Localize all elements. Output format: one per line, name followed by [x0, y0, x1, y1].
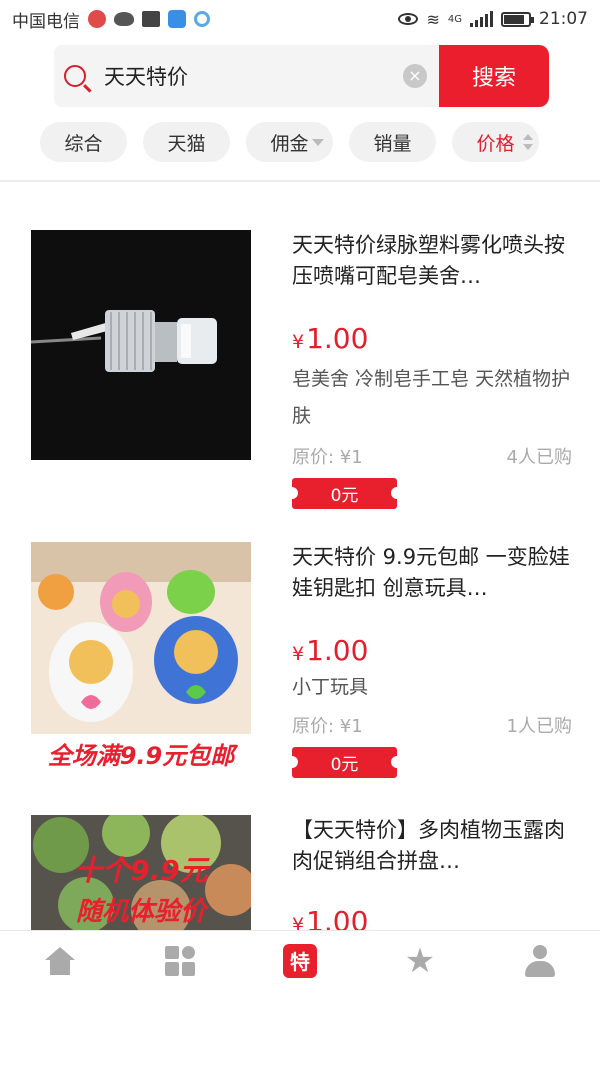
product-title[interactable]: 天天特价绿脉塑料雾化喷头按压喷嘴可配皂美舍…: [292, 230, 572, 292]
coupon-badge[interactable]: 0元: [286, 478, 403, 509]
price-value: 1.00: [306, 634, 369, 667]
carrier-label: 中国电信: [12, 11, 80, 32]
filter-price[interactable]: 价格: [452, 122, 539, 162]
succulents-image: 十个9.9元 随机体验价: [31, 815, 251, 930]
tab-categories[interactable]: [150, 936, 210, 986]
notification-app-icon: [88, 10, 106, 28]
message-app-icon: [168, 10, 186, 28]
product-info: 天天特价 9.9元包邮 一变脸娃娃钥匙扣 创意玩具… ¥1.00 小丁玩具 原价…: [286, 542, 572, 778]
status-bar: 中国电信 ≋ 4G 21:07: [0, 0, 600, 38]
search-button[interactable]: 搜索: [439, 45, 549, 107]
original-price: 原价: ¥1: [292, 447, 363, 468]
toy-dolls-image: 全场满9.9元包邮: [31, 542, 251, 772]
clear-icon[interactable]: ×: [403, 64, 427, 88]
filter-label: 销量: [373, 132, 412, 155]
signal-icon: [470, 11, 493, 27]
price-value: 1.00: [306, 322, 369, 355]
search-bar: × 搜索: [54, 45, 549, 107]
filter-commission[interactable]: 佣金: [246, 122, 333, 162]
spray-nozzle-image: [31, 230, 251, 460]
status-left: 中国电信: [12, 7, 210, 32]
product-image[interactable]: [31, 230, 251, 460]
filter-label: 价格: [476, 132, 515, 155]
sold-count: 4人已购: [506, 447, 572, 468]
filter-label: 佣金: [270, 132, 309, 155]
product-price: ¥1.00: [292, 322, 572, 355]
product-price: ¥1.00: [292, 905, 572, 930]
product-info: 【天天特价】多肉植物玉露肉肉促销组合拼盘… ¥1.00: [292, 815, 572, 930]
price-value: 1.00: [306, 905, 369, 930]
wifi-icon: ≋: [426, 9, 440, 29]
filter-label: 综合: [64, 132, 103, 155]
filter-tmall[interactable]: 天猫: [143, 122, 230, 162]
clock: 21:07: [539, 9, 588, 29]
filter-bar: 综合 天猫 佣金 销量 价格: [40, 122, 560, 162]
product-card[interactable]: 天天特价绿脉塑料雾化喷头按压喷嘴可配皂美舍… ¥1.00 皂美舍 冷制皂手工皂 …: [0, 230, 600, 520]
special-offer-icon: 特: [283, 943, 317, 978]
weather-icon: [114, 12, 134, 26]
product-title[interactable]: 天天特价 9.9元包邮 一变脸娃娃钥匙扣 创意玩具…: [292, 542, 572, 604]
grid-icon: [165, 945, 195, 976]
product-card[interactable]: 十个9.9元 随机体验价 【天天特价】多肉植物玉露肉肉促销组合拼盘… ¥1.00: [0, 815, 600, 930]
promo-banner-text: 十个9.9元: [74, 854, 211, 887]
divider: [0, 180, 600, 182]
coupon-badge[interactable]: 0元: [286, 747, 403, 778]
tab-special[interactable]: 特: [270, 936, 330, 986]
search-input[interactable]: [104, 64, 403, 88]
home-icon: [45, 946, 75, 975]
filter-comprehensive[interactable]: 综合: [40, 122, 127, 162]
product-shop: 小丁玩具: [292, 676, 369, 698]
product-info: 天天特价绿脉塑料雾化喷头按压喷嘴可配皂美舍… ¥1.00 皂美舍 冷制皂手工皂 …: [286, 230, 572, 509]
filter-label: 天猫: [167, 132, 206, 155]
product-card[interactable]: 全场满9.9元包邮 天天特价 9.9元包邮 一变脸娃娃钥匙扣 创意玩具… ¥1.…: [0, 542, 600, 792]
chevron-down-icon: [312, 139, 324, 146]
network-type-label: 4G: [447, 13, 462, 25]
tab-profile[interactable]: [510, 936, 570, 986]
product-title[interactable]: 【天天特价】多肉植物玉露肉肉促销组合拼盘…: [292, 815, 572, 877]
search-icon: [64, 65, 86, 87]
product-meta: 原价: ¥1 4人已购: [292, 443, 572, 469]
currency-symbol: ¥: [292, 643, 305, 665]
star-icon: ★: [404, 940, 436, 981]
currency-symbol: ¥: [292, 331, 305, 353]
tab-favorites[interactable]: ★: [390, 936, 450, 986]
person-icon: [524, 944, 556, 977]
product-price: ¥1.00: [292, 634, 572, 667]
bottom-tab-bar: 特 ★: [0, 930, 600, 990]
news-app-icon: [142, 11, 160, 27]
product-image[interactable]: 全场满9.9元包邮: [31, 542, 251, 772]
original-price: 原价: ¥1: [292, 716, 363, 737]
sort-icon: [523, 134, 533, 150]
product-image[interactable]: 十个9.9元 随机体验价: [31, 815, 251, 930]
status-right: ≋ 4G 21:07: [398, 9, 588, 29]
promo-banner-text: 全场满9.9元包邮: [48, 742, 239, 770]
product-shop: 皂美舍 冷制皂手工皂 天然植物护肤: [292, 368, 571, 427]
currency-symbol: ¥: [292, 914, 305, 930]
eye-comfort-icon: [398, 13, 419, 25]
search-box[interactable]: ×: [54, 45, 439, 107]
sync-app-icon: [194, 11, 210, 27]
promo-banner-text: 随机体验价: [76, 897, 210, 927]
battery-icon: [501, 11, 534, 27]
tab-home[interactable]: [30, 936, 90, 986]
filter-sales[interactable]: 销量: [349, 122, 436, 162]
product-meta: 原价: ¥1 1人已购: [292, 712, 572, 738]
sold-count: 1人已购: [506, 716, 572, 737]
